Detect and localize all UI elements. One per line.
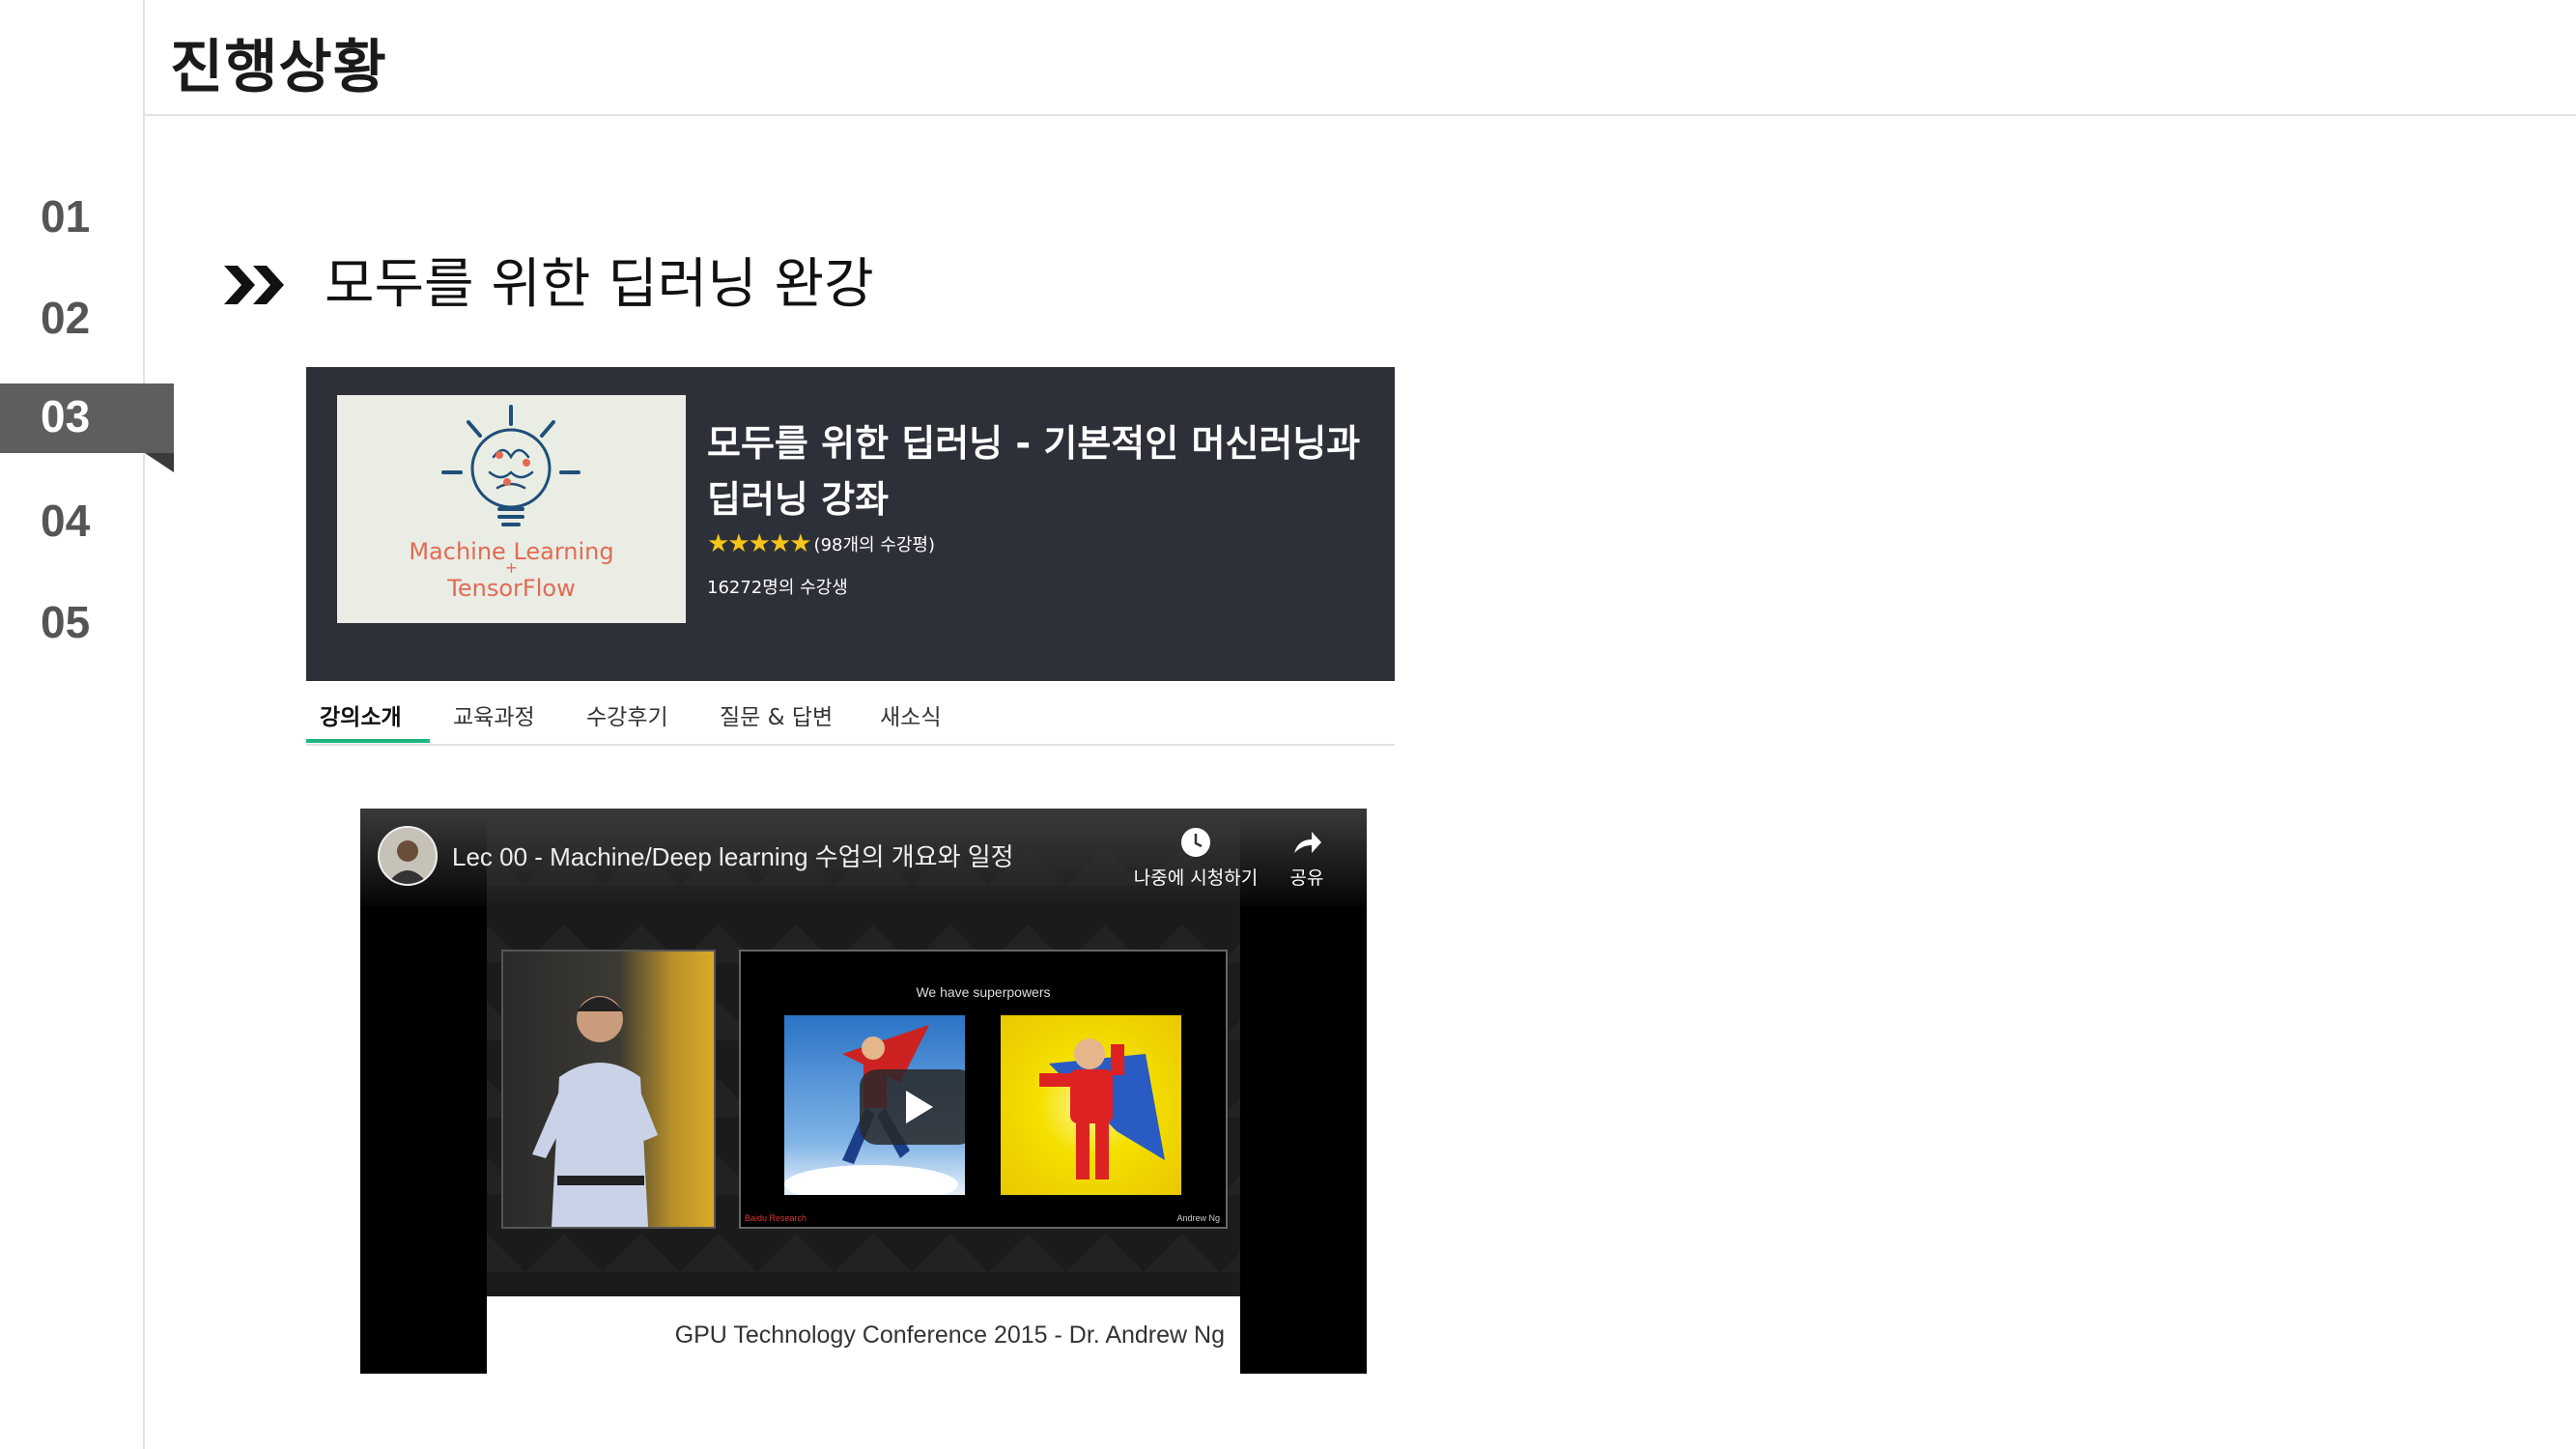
course-card[interactable]: Machine Learning + TensorFlow 모두를 위한 딥러닝… xyxy=(306,367,1395,681)
tab-reviews[interactable]: 수강후기 xyxy=(586,698,668,731)
superhero-image-left xyxy=(784,1015,965,1195)
watch-later-label: 나중에 시청하기 xyxy=(1133,867,1259,889)
watch-later-button[interactable]: 나중에 시청하기 xyxy=(1123,826,1268,890)
superhero-image-right xyxy=(1001,1015,1181,1195)
speaker-panel xyxy=(501,950,716,1229)
slide-caption: We have superpowers xyxy=(916,984,1051,1000)
course-title[interactable]: 모두를 위한 딥러닝 - 기본적인 머신러닝과 딥러닝 강좌 xyxy=(707,415,1383,527)
thumbnail-text-tf: TensorFlow xyxy=(447,575,576,602)
clock-icon xyxy=(1181,828,1210,857)
header-divider xyxy=(145,114,2576,116)
nav-item-02[interactable]: 02 xyxy=(41,291,90,345)
page-title: 진행상황 xyxy=(170,34,387,101)
rating-row: ★★★★★ (98개의 수강평) xyxy=(707,529,935,558)
course-tabs: 강의소개 교육과정 수강후기 질문 & 답변 새소식 xyxy=(306,681,1395,746)
superhero-icon xyxy=(1039,1038,1165,1179)
slide-footer-author: Andrew Ng xyxy=(1176,1213,1220,1223)
review-count[interactable]: (98개의 수강평) xyxy=(814,531,935,556)
section-heading-text: 모두를 위한 딥러닝 완강 xyxy=(325,253,874,316)
video-top-bar: Lec 00 - Machine/Deep learning 수업의 개요와 일… xyxy=(360,809,1367,905)
course-thumbnail[interactable]: Machine Learning + TensorFlow xyxy=(337,395,686,623)
play-button-icon[interactable] xyxy=(860,1069,965,1145)
nav-item-01[interactable]: 01 xyxy=(41,189,90,243)
share-arrow-icon xyxy=(1294,832,1321,853)
course-title-line-1: 모두를 위한 딥러닝 - 기본적인 머신러닝과 xyxy=(707,422,1361,465)
tab-qna[interactable]: 질문 & 답변 xyxy=(720,698,833,731)
star-rating-icon: ★★★★★ xyxy=(707,529,812,558)
course-title-line-2: 딥러닝 강좌 xyxy=(707,478,890,521)
video-title[interactable]: Lec 00 - Machine/Deep learning 수업의 개요와 일… xyxy=(452,838,1014,873)
video-player[interactable]: We have superpowers Baidu Research Andre… xyxy=(360,809,1367,1374)
video-caption: GPU Technology Conference 2015 - Dr. And… xyxy=(674,1321,1225,1349)
double-chevron-icon xyxy=(224,266,284,304)
nav-item-03-active[interactable]: 03 xyxy=(0,384,174,472)
student-count: 16272명의 수강생 xyxy=(707,578,848,598)
sidebar-divider xyxy=(143,0,145,1449)
channel-avatar[interactable] xyxy=(378,826,438,886)
tab-course-intro[interactable]: 강의소개 xyxy=(320,698,402,731)
share-button[interactable]: 공유 xyxy=(1278,826,1336,890)
slide-footer-logo: Baidu Research xyxy=(745,1213,807,1223)
video-caption-bar: GPU Technology Conference 2015 - Dr. And… xyxy=(487,1296,1240,1374)
tab-curriculum[interactable]: 교육과정 xyxy=(453,698,535,731)
nav-item-04[interactable]: 04 xyxy=(41,494,90,548)
nav-item-03-label: 03 xyxy=(41,391,91,441)
active-tab-indicator xyxy=(306,739,430,743)
tab-news[interactable]: 새소식 xyxy=(880,698,941,731)
section-heading: 모두를 위한 딥러닝 완강 xyxy=(224,246,874,324)
nav-item-05[interactable]: 05 xyxy=(41,595,90,649)
speaker-figure-icon xyxy=(532,996,658,1227)
share-label: 공유 xyxy=(1289,867,1324,889)
slide-panel: We have superpowers Baidu Research Andre… xyxy=(739,950,1228,1229)
person-avatar-icon xyxy=(387,840,428,884)
